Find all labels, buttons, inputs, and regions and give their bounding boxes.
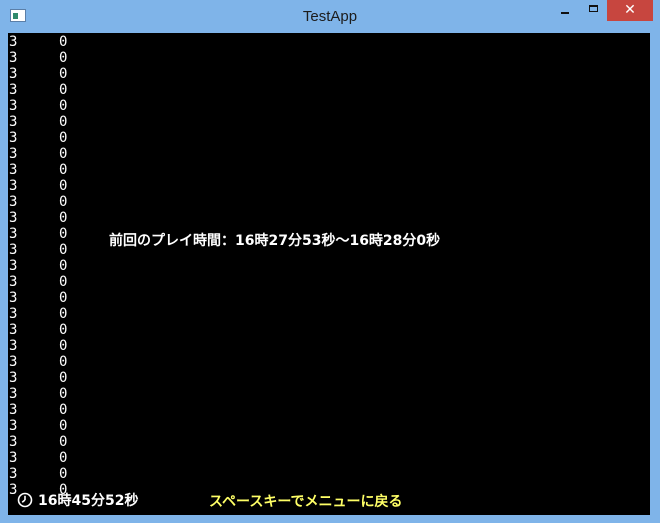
left-column-value: 3 xyxy=(9,194,18,210)
right-column-value: 0 xyxy=(59,466,68,482)
right-column-value: 0 xyxy=(59,306,68,322)
minimize-icon xyxy=(561,12,569,14)
left-column-value: 3 xyxy=(9,146,18,162)
current-time-display: 16時45分52秒 xyxy=(17,490,138,510)
right-column-value: 0 xyxy=(59,98,68,114)
left-column-value: 3 xyxy=(9,98,18,114)
right-column-value: 0 xyxy=(59,402,68,418)
right-column-value: 0 xyxy=(59,130,68,146)
right-column-value: 0 xyxy=(59,322,68,338)
right-column-value: 0 xyxy=(59,162,68,178)
left-column-value: 3 xyxy=(9,434,18,450)
clock-icon xyxy=(17,492,33,508)
right-column-value: 0 xyxy=(59,82,68,98)
left-column-value: 3 xyxy=(9,226,18,242)
left-column-value: 3 xyxy=(9,242,18,258)
right-column-value: 0 xyxy=(59,242,68,258)
right-column-value: 0 xyxy=(59,34,68,50)
right-column-value: 0 xyxy=(59,290,68,306)
right-column-value: 0 xyxy=(59,194,68,210)
right-column-value: 0 xyxy=(59,274,68,290)
right-column-value: 0 xyxy=(59,226,68,242)
left-column-value: 3 xyxy=(9,66,18,82)
title-bar[interactable]: TestApp ✕ xyxy=(0,0,660,33)
left-column-value: 3 xyxy=(9,338,18,354)
right-column-value: 0 xyxy=(59,178,68,194)
left-column-value: 3 xyxy=(9,258,18,274)
left-column-value: 3 xyxy=(9,210,18,226)
left-column-value: 3 xyxy=(9,370,18,386)
left-column-value: 3 xyxy=(9,386,18,402)
right-column-value: 0 xyxy=(59,210,68,226)
left-column-value: 3 xyxy=(9,306,18,322)
left-column-value: 3 xyxy=(9,290,18,306)
left-column-value: 3 xyxy=(9,354,18,370)
previous-play-time-message: 前回のプレイ時間：16時27分53秒～16時28分0秒 xyxy=(109,233,441,249)
right-number-column: 00000000000000000000000000000 xyxy=(59,34,67,498)
left-column-value: 3 xyxy=(9,50,18,66)
left-column-value: 3 xyxy=(9,178,18,194)
right-column-value: 0 xyxy=(59,370,68,386)
console-area: 33333333333333333333333333333 0000000000… xyxy=(8,33,650,515)
left-column-value: 3 xyxy=(9,274,18,290)
right-column-value: 0 xyxy=(59,114,68,130)
left-column-value: 3 xyxy=(9,114,18,130)
right-column-value: 0 xyxy=(59,66,68,82)
right-column-value: 0 xyxy=(59,146,68,162)
right-column-value: 0 xyxy=(59,386,68,402)
left-column-value: 3 xyxy=(9,82,18,98)
left-number-column: 33333333333333333333333333333 xyxy=(9,34,17,498)
left-column-value: 3 xyxy=(9,322,18,338)
maximize-icon xyxy=(589,5,598,12)
left-column-value: 3 xyxy=(9,402,18,418)
right-column-value: 0 xyxy=(59,434,68,450)
left-column-value: 3 xyxy=(9,130,18,146)
left-column-value: 3 xyxy=(9,34,18,50)
return-to-menu-hint: スペースキーでメニューに戻る xyxy=(209,494,403,510)
window-bottom-border xyxy=(0,515,660,523)
right-column-value: 0 xyxy=(59,418,68,434)
left-column-value: 3 xyxy=(9,162,18,178)
close-button[interactable]: ✕ xyxy=(607,0,653,21)
minimize-button[interactable] xyxy=(551,0,579,21)
maximize-button[interactable] xyxy=(580,0,607,21)
right-column-value: 0 xyxy=(59,258,68,274)
left-column-value: 3 xyxy=(9,466,18,482)
app-window: TestApp ✕ 33333333333333333333333333333 … xyxy=(0,0,660,523)
right-column-value: 0 xyxy=(59,450,68,466)
right-column-value: 0 xyxy=(59,354,68,370)
left-column-value: 3 xyxy=(9,418,18,434)
right-column-value: 0 xyxy=(59,338,68,354)
left-column-value: 3 xyxy=(9,450,18,466)
current-time-text: 16時45分52秒 xyxy=(38,493,139,509)
close-icon: ✕ xyxy=(624,2,636,18)
right-column-value: 0 xyxy=(59,50,68,66)
